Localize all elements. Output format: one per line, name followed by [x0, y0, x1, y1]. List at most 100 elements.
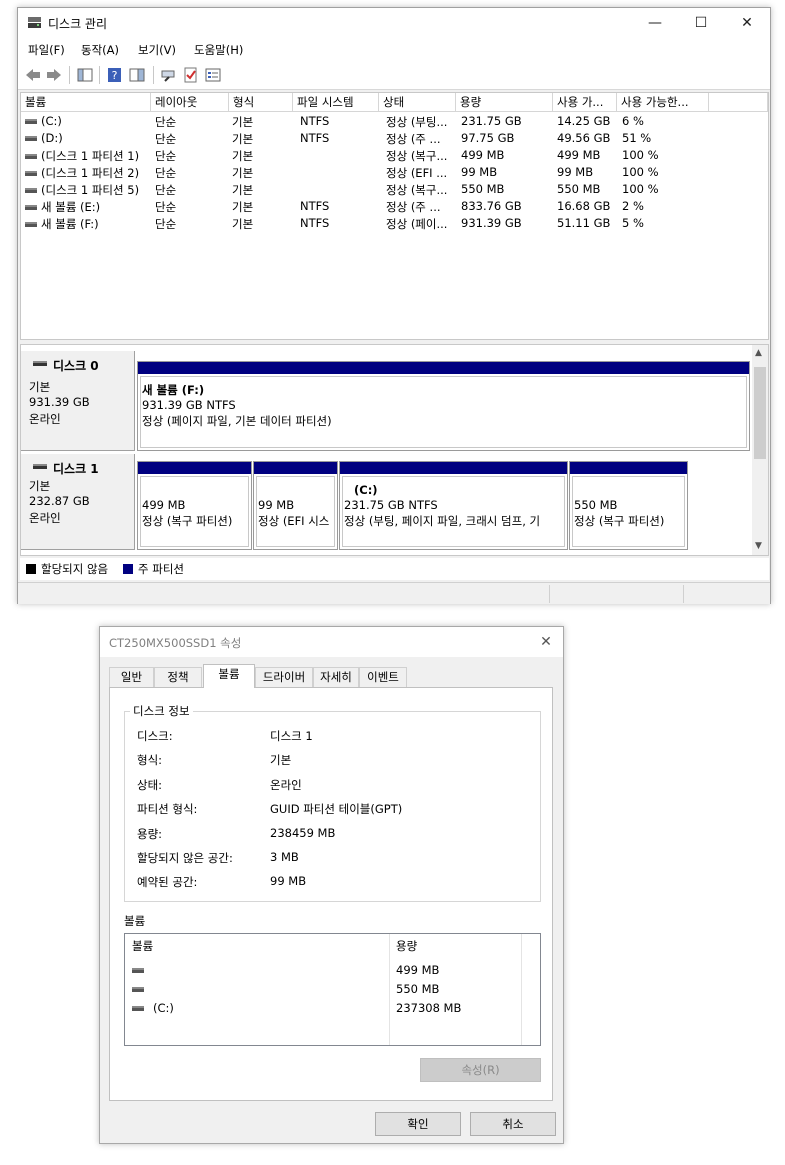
disk-management-window: 디스크 관리 — ☐ ✕ 파일(F) 동작(A) 보기(V) 도움말(H) ? … — [17, 7, 771, 604]
volume-name: (D:) — [41, 131, 63, 145]
volumes-list[interactable]: 볼륨 용량 499 MB 550 MB (C:) 237308 MB — [124, 933, 541, 1046]
table-cell: 기본 — [232, 132, 254, 146]
maximize-button[interactable]: ☐ — [678, 8, 724, 38]
table-cell: 단순 — [155, 217, 177, 231]
table-cell: 정상 (부팅... — [386, 115, 448, 129]
table-cell: 새 볼륨 (F:) — [25, 216, 151, 232]
table-cell: 931.39 GB — [461, 216, 522, 230]
title-bar: 디스크 관리 — ☐ ✕ — [18, 8, 770, 38]
table-row[interactable]: (C:) 단순 기본 NTFS 정상 (부팅... 231.75 GB 14.25 GB 6 … — [21, 113, 768, 130]
check-icon[interactable] — [182, 67, 200, 83]
tab-volumes[interactable]: 볼륨 — [203, 664, 255, 688]
column-header-free-space[interactable]: 사용 가... — [553, 93, 617, 112]
prop-label: 형식: — [137, 753, 163, 768]
disk-0-info[interactable]: 디스크 0 기본 931.39 GB 온라인 — [21, 351, 135, 451]
prop-value: 디스크 1 — [270, 729, 313, 743]
table-cell: 99 MB — [557, 165, 594, 179]
volume-name: (디스크 1 파티션 2) — [41, 166, 140, 180]
table-row[interactable]: (디스크 1 파티션 5) 단순 기본 정상 (복구... 550 MB 550 MB 10… — [21, 181, 768, 198]
table-cell: 499 MB — [461, 148, 505, 162]
table-row[interactable]: (디스크 1 파티션 1) 단순 기본 정상 (복구... 499 MB 499 MB 10… — [21, 147, 768, 164]
primary-swatch — [123, 564, 133, 574]
partition-f[interactable]: 새 볼륨 (F:) 931.39 GB NTFS 정상 (페이지 파일, 기본 … — [137, 361, 750, 451]
menu-view[interactable]: 보기(V) — [138, 42, 176, 58]
menu-file[interactable]: 파일(F) — [28, 42, 65, 58]
list-item[interactable]: 499 MB — [125, 962, 520, 979]
properties-icon[interactable] — [204, 67, 222, 83]
column-header-capacity[interactable]: 용량 — [456, 93, 553, 112]
scroll-up-icon[interactable]: ▲ — [755, 348, 762, 358]
list-item[interactable]: (C:) 237308 MB — [125, 1000, 520, 1017]
table-cell: 51 % — [622, 131, 652, 145]
volume-name: (디스크 1 파티션 5) — [41, 183, 140, 197]
list-item[interactable]: 550 MB — [125, 981, 520, 998]
disk-1-name: 디스크 1 — [53, 462, 99, 476]
partition-efi[interactable]: 99 MB 정상 (EFI 시스 — [253, 461, 338, 550]
vertical-scrollbar[interactable]: ▲ ▼ — [752, 345, 768, 555]
table-cell: 정상 (복구... — [386, 149, 448, 163]
properties-button[interactable]: 속성(R) — [420, 1058, 541, 1082]
window-title: 디스크 관리 — [48, 17, 108, 31]
tab-general[interactable]: 일반 — [109, 667, 154, 687]
table-row[interactable]: (디스크 1 파티션 2) 단순 기본 정상 (EFI ... 99 MB 99 MB 10… — [21, 164, 768, 181]
table-row[interactable]: 새 볼륨 (F:) 단순 기본 NTFS 정상 (페이... 931.39 GB 51.11… — [21, 215, 768, 232]
tab-driver[interactable]: 드라이버 — [255, 667, 313, 687]
column-header-layout[interactable]: 레이아웃 — [151, 93, 229, 112]
minimize-button[interactable]: — — [632, 8, 678, 38]
volume-name: (C:) — [41, 114, 62, 128]
column-header-type[interactable]: 형식 — [229, 93, 293, 112]
volume-name: 새 볼륨 (E:) — [41, 200, 101, 214]
partition-recovery-1[interactable]: 499 MB 정상 (복구 파티션) — [137, 461, 252, 550]
action-pane-icon[interactable] — [128, 67, 146, 83]
forward-icon[interactable] — [45, 67, 63, 83]
console-tree-icon[interactable] — [76, 67, 94, 83]
menu-help[interactable]: 도움말(H) — [194, 42, 243, 58]
table-cell: (디스크 1 파티션 2) — [25, 165, 151, 181]
column-divider — [521, 934, 522, 1045]
column-header-volume[interactable]: 볼륨 — [21, 93, 151, 112]
table-cell: 단순 — [155, 183, 177, 197]
partition-f-name: 새 볼륨 (F:) — [142, 383, 205, 397]
partition-c-name: (C:) — [354, 483, 378, 497]
prop-label: 상태: — [137, 777, 163, 792]
close-button[interactable]: ✕ — [724, 8, 770, 38]
tab-events[interactable]: 이벤트 — [359, 667, 407, 687]
disk-1-info[interactable]: 디스크 1 기본 232.87 GB 온라인 — [21, 454, 135, 550]
partition-size: 99 MB — [258, 498, 295, 512]
status-divider — [549, 585, 550, 603]
scrollbar-thumb[interactable] — [754, 367, 766, 459]
back-icon[interactable] — [24, 67, 42, 83]
volume-name: (디스크 1 파티션 1) — [41, 149, 140, 163]
table-cell: 기본 — [232, 166, 254, 180]
tab-policies[interactable]: 정책 — [154, 667, 202, 687]
connect-icon[interactable] — [160, 67, 178, 83]
scroll-down-icon[interactable]: ▼ — [755, 541, 762, 551]
column-header-status[interactable]: 상태 — [379, 93, 456, 112]
dialog-close-button[interactable]: ✕ — [533, 631, 559, 653]
volume-icon — [25, 119, 37, 124]
column-header-filesystem[interactable]: 파일 시스템 — [293, 93, 379, 112]
vol-column-capacity[interactable]: 용량 — [396, 938, 417, 954]
volume-icon — [25, 136, 37, 141]
partition-c[interactable]: (C:) 231.75 GB NTFS 정상 (부팅, 페이지 파일, 크래시 … — [339, 461, 568, 550]
cancel-button[interactable]: 취소 — [470, 1112, 556, 1136]
partition-recovery-5[interactable]: 550 MB 정상 (복구 파티션) — [569, 461, 688, 550]
menu-action[interactable]: 동작(A) — [81, 42, 119, 58]
table-cell: 16.68 GB — [557, 199, 611, 213]
volume-size: 550 MB — [396, 982, 440, 996]
table-row[interactable]: 새 볼륨 (E:) 단순 기본 NTFS 정상 (주 ... 833.76 GB 16.68… — [21, 198, 768, 215]
tab-details[interactable]: 자세히 — [313, 667, 359, 687]
table-row[interactable]: (D:) 단순 기본 NTFS 정상 (주 ... 97.75 GB 49.56 GB 51 … — [21, 130, 768, 147]
partition-status: 정상 (복구 파티션) — [142, 514, 233, 528]
table-cell: 정상 (페이... — [386, 217, 448, 231]
table-cell: 97.75 GB — [461, 131, 515, 145]
table-cell: 100 % — [622, 165, 659, 179]
vol-column-volume[interactable]: 볼륨 — [132, 938, 153, 954]
volume-icon — [25, 205, 37, 210]
disk-management-icon — [28, 17, 41, 28]
column-header-percent-free[interactable]: 사용 가능한... — [617, 93, 709, 112]
help-icon[interactable]: ? — [106, 67, 124, 83]
volume-icon — [25, 171, 37, 176]
ok-button[interactable]: 확인 — [375, 1112, 461, 1136]
table-cell: 단순 — [155, 166, 177, 180]
